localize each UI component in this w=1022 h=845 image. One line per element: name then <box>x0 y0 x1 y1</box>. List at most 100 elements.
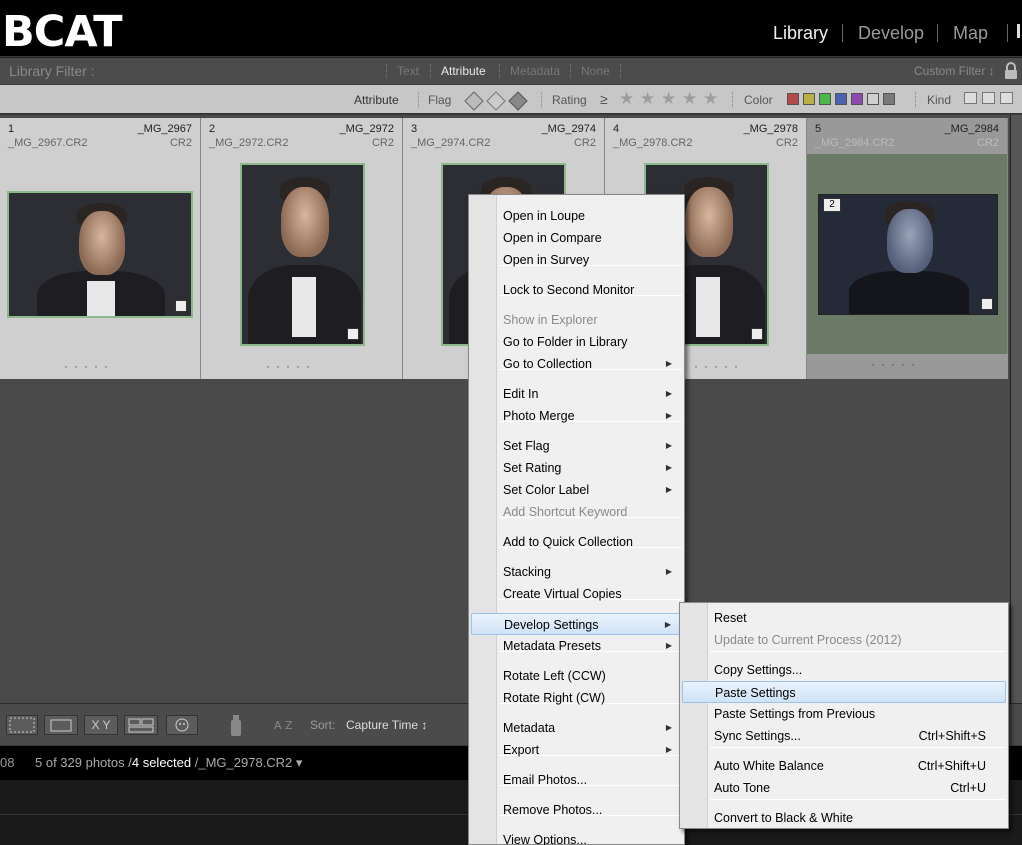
photo-thumbnail[interactable] <box>7 191 193 318</box>
menu-item-label: Lock to Second Monitor <box>503 283 635 297</box>
menu-item-show-in-explorer: Show in Explorer <box>471 309 682 331</box>
menu-item-open-in-loupe[interactable]: Open in Loupe <box>471 205 682 227</box>
rating-dots[interactable]: ····· <box>64 359 114 373</box>
grid-cell-2[interactable]: 2 _MG_2972 _MG_2972.CR2 CR2 ····· <box>201 118 403 379</box>
menu-item-photo-merge[interactable]: Photo Merge ▶ <box>471 405 682 427</box>
menu-item-remove-photos[interactable]: Remove Photos... <box>471 799 682 821</box>
cell-filename: _MG_2972 <box>339 123 394 135</box>
menu-item-metadata-presets[interactable]: Metadata Presets ▶ <box>471 635 682 657</box>
rating-label: Rating <box>552 93 587 107</box>
photo-thumbnail[interactable]: 2 <box>818 194 998 315</box>
current-file[interactable]: /_MG_2978.CR2 ▾ <box>191 755 303 770</box>
rating-dots[interactable]: ····· <box>266 359 316 373</box>
filter-tab-text[interactable]: Text <box>397 64 419 78</box>
submenu-item-paste-settings[interactable]: Paste Settings <box>682 681 1006 703</box>
menu-item-go-to-folder-in-library[interactable]: Go to Folder in Library <box>471 331 682 353</box>
submenu-item-label: Reset <box>714 611 747 625</box>
menu-item-develop-settings[interactable]: Develop Settings ▶ <box>471 613 682 635</box>
flag-label: Flag <box>428 93 452 107</box>
menu-item-export[interactable]: Export ▶ <box>471 739 682 761</box>
compare-view-icon[interactable]: X Y <box>84 715 118 735</box>
kind-video-icon[interactable] <box>1000 92 1013 104</box>
menu-item-view-options[interactable]: View Options... <box>471 829 682 845</box>
spray-can-icon[interactable] <box>227 712 245 741</box>
color-label: Color <box>744 93 773 107</box>
color-label-chip-7[interactable] <box>883 93 895 105</box>
loupe-view-icon[interactable] <box>44 715 78 735</box>
submenu-item-auto-white-balance[interactable]: Auto White Balance Ctrl+Shift+U <box>682 755 1006 777</box>
stack-count-badge[interactable]: 2 <box>823 198 841 212</box>
menu-item-open-in-compare[interactable]: Open in Compare <box>471 227 682 249</box>
module-develop[interactable]: Develop <box>858 22 924 44</box>
rating-star-1[interactable]: ★ <box>619 90 634 108</box>
menu-separator <box>710 651 1006 652</box>
menu-item-label: Add to Quick Collection <box>503 535 633 549</box>
menu-item-stacking[interactable]: Stacking ▶ <box>471 561 682 583</box>
photo-count: 5 of 329 photos / <box>35 755 132 770</box>
cell-extension: CR2 <box>976 137 999 149</box>
color-label-chip-5[interactable] <box>851 93 863 105</box>
sort-direction-icon[interactable]: A Z <box>270 714 302 739</box>
survey-view-icon[interactable] <box>124 715 158 735</box>
grid-scrollbar[interactable] <box>1010 115 1022 703</box>
color-label-chip-1[interactable] <box>787 93 799 105</box>
submenu-item-reset[interactable]: Reset <box>682 607 1006 629</box>
filter-tab-attribute[interactable]: Attribute <box>441 64 486 78</box>
menu-item-set-rating[interactable]: Set Rating ▶ <box>471 457 682 479</box>
selection-status[interactable]: 5 of 329 photos /4 selected /_MG_2978.CR… <box>35 755 302 771</box>
menu-item-lock-to-second-monitor[interactable]: Lock to Second Monitor <box>471 279 682 301</box>
menu-item-go-to-collection[interactable]: Go to Collection ▶ <box>471 353 682 375</box>
sort-dropdown[interactable]: Capture Time ↕ <box>346 718 427 732</box>
rating-star-2[interactable]: ★ <box>640 90 655 108</box>
attribute-label: Attribute <box>354 93 399 107</box>
menu-item-email-photos[interactable]: Email Photos... <box>471 769 682 791</box>
flag-filter-icons[interactable] <box>463 89 531 114</box>
kind-master-icon[interactable] <box>964 92 977 104</box>
menu-item-label: Metadata Presets <box>503 639 601 653</box>
menu-item-rotate-right[interactable]: Rotate Right (CW) <box>471 687 682 709</box>
color-label-chip-6[interactable] <box>867 93 879 105</box>
rating-operator[interactable]: ≥ <box>600 91 608 107</box>
grid-cell-1[interactable]: 1 _MG_2967 _MG_2967.CR2 CR2 ····· <box>0 118 201 379</box>
filter-tab-none[interactable]: None <box>581 64 610 78</box>
menu-item-rotate-left[interactable]: Rotate Left (CCW) <box>471 665 682 687</box>
kind-virtual-copy-icon[interactable] <box>982 92 995 104</box>
people-view-icon[interactable] <box>166 715 198 735</box>
cell-filename: _MG_2967 <box>137 123 192 135</box>
menu-item-open-in-survey[interactable]: Open in Survey <box>471 249 682 271</box>
submenu-item-convert-to-black-white[interactable]: Convert to Black & White <box>682 807 1006 829</box>
submenu-item-auto-tone[interactable]: Auto Tone Ctrl+U <box>682 777 1006 799</box>
submenu-arrow-icon: ▶ <box>665 441 672 450</box>
identity-plate-logo: BCAT <box>2 7 123 57</box>
grid-cell-5-selected[interactable]: 5 _MG_2984 _MG_2984.CR2 CR2 2 <box>807 118 1008 379</box>
module-map[interactable]: Map <box>953 22 988 44</box>
rating-star-5[interactable]: ★ <box>703 90 718 108</box>
submenu-item-paste-settings-from-previous[interactable]: Paste Settings from Previous <box>682 703 1006 725</box>
lock-icon[interactable] <box>1004 62 1018 80</box>
rating-dots[interactable]: ····· <box>871 357 921 371</box>
rating-star-3[interactable]: ★ <box>661 90 676 108</box>
filter-tab-metadata[interactable]: Metadata <box>510 64 560 78</box>
photo-thumbnail[interactable] <box>240 163 365 346</box>
menu-item-set-color-label[interactable]: Set Color Label ▶ <box>471 479 682 501</box>
submenu-item-copy-settings[interactable]: Copy Settings... <box>682 659 1006 681</box>
color-label-chip-2[interactable] <box>803 93 815 105</box>
custom-filter-dropdown[interactable]: Custom Filter ↕ <box>914 64 995 78</box>
submenu-arrow-icon: ▶ <box>665 463 672 472</box>
grid-view-icon[interactable] <box>6 715 38 735</box>
rating-star-4[interactable]: ★ <box>682 90 697 108</box>
submenu-item-sync-settings[interactable]: Sync Settings... Ctrl+Shift+S <box>682 725 1006 747</box>
menu-item-metadata[interactable]: Metadata ▶ <box>471 717 682 739</box>
menu-item-label: Go to Collection <box>503 357 592 371</box>
color-label-chip-3[interactable] <box>819 93 831 105</box>
module-more-indicator[interactable] <box>1017 24 1020 38</box>
menu-item-create-virtual-copies[interactable]: Create Virtual Copies <box>471 583 682 605</box>
rating-dots[interactable]: ····· <box>694 359 744 373</box>
cell-file-full: _MG_2967.CR2 <box>8 137 88 149</box>
module-library[interactable]: Library <box>773 22 828 44</box>
menu-item-edit-in[interactable]: Edit In ▶ <box>471 383 682 405</box>
color-label-chip-4[interactable] <box>835 93 847 105</box>
menu-item-add-to-quick-collection[interactable]: Add to Quick Collection <box>471 531 682 553</box>
menu-item-set-flag[interactable]: Set Flag ▶ <box>471 435 682 457</box>
menu-item-label: Open in Loupe <box>503 209 586 223</box>
